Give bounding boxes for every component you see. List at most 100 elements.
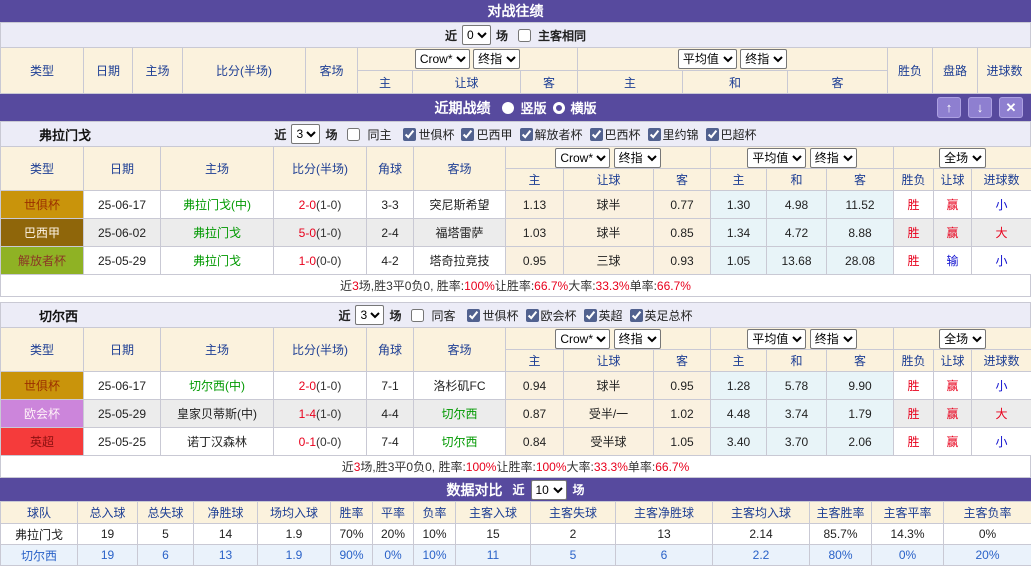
competition-checkbox-input[interactable] — [461, 128, 474, 141]
competition-checkbox-input[interactable] — [520, 128, 533, 141]
comparison-value: 20% — [944, 545, 1031, 566]
h2h-near-select[interactable]: 0 — [462, 25, 491, 45]
corner-score: 2-4 — [367, 219, 414, 247]
odds-provider-select[interactable]: Crow* — [555, 329, 610, 349]
team-near-select[interactable]: 3 — [355, 305, 384, 325]
competition-checkbox[interactable]: 欧会杯 — [521, 309, 577, 323]
same-venue-label: 同主 — [367, 126, 391, 143]
summary-text: 3 — [354, 460, 361, 474]
same-venue-label: 同客 — [431, 307, 455, 324]
competition-checkbox[interactable]: 巴超杯 — [701, 128, 757, 142]
avg-away: 11.52 — [827, 191, 894, 219]
avg-final-select[interactable]: 终指 — [740, 49, 787, 69]
comparison-col-header: 主客均入球 — [713, 502, 810, 524]
summary-text: 场,胜3平0负0, 胜率: — [360, 458, 465, 475]
away-team: 切尔西 — [414, 428, 506, 456]
home-team: 切尔西(中) — [161, 372, 274, 400]
competition-label: 世俱杯 — [482, 309, 518, 323]
avg-draw: 3.70 — [767, 428, 827, 456]
avg-draw: 4.98 — [767, 191, 827, 219]
avg-select[interactable]: 平均值 — [678, 49, 737, 69]
competition-checkbox-input[interactable] — [403, 128, 416, 141]
comparison-col-header: 场均入球 — [258, 502, 331, 524]
same-home-away-checkbox[interactable] — [518, 29, 531, 42]
full-match-select[interactable]: 全场 — [939, 148, 986, 168]
competition-checkbox[interactable]: 英超 — [579, 309, 623, 323]
comparison-col-header: 净胜球 — [194, 502, 258, 524]
col-goals: 进球数 — [972, 350, 1031, 372]
col-home: 主场 — [133, 48, 183, 94]
col-result: 胜负 — [888, 48, 933, 94]
goals-result-cell: 小 — [972, 247, 1031, 275]
avg-final-select[interactable]: 终指 — [810, 148, 857, 168]
competition-checkbox[interactable]: 世俱杯 — [462, 309, 518, 323]
team-name: 切尔西 — [39, 306, 78, 325]
competition-checkbox[interactable]: 巴西杯 — [585, 128, 641, 142]
close-icon[interactable]: ✕ — [999, 97, 1023, 118]
competition-checkbox[interactable]: 里约锦 — [643, 128, 699, 142]
team-near-select[interactable]: 3 — [291, 124, 320, 144]
competition-filter-list: 世俱杯巴西甲解放者杯巴西杯里约锦巴超杯 — [396, 126, 756, 143]
result-cell: 胜 — [894, 219, 934, 247]
competition-checkbox-input[interactable] — [526, 309, 539, 322]
avg-select[interactable]: 平均值 — [747, 329, 806, 349]
competition-checkbox[interactable]: 英足总杯 — [625, 309, 693, 323]
competition-filter-list: 世俱杯欧会杯英超英足总杯 — [460, 307, 692, 324]
vertical-radio[interactable] — [502, 102, 514, 114]
summary-text: 大率: — [568, 277, 595, 294]
match-score: 0-1(0-0) — [274, 428, 367, 456]
col-type: 类型 — [1, 147, 84, 191]
odds-handicap: 球半 — [564, 191, 654, 219]
competition-checkbox-input[interactable] — [706, 128, 719, 141]
summary-text: 让胜率: — [496, 458, 535, 475]
match-row: 解放者杯25-05-29弗拉门戈1-0(0-0)4-2塔奇拉竞技0.95三球0.… — [1, 247, 1031, 275]
result-cell: 胜 — [894, 372, 934, 400]
col-handicap-trend: 盘路 — [933, 48, 978, 94]
vertical-radio-label: 竖版 — [520, 98, 546, 117]
full-match-select[interactable]: 全场 — [939, 329, 986, 349]
competition-checkbox[interactable]: 世俱杯 — [398, 128, 454, 142]
odds-final-select[interactable]: 终指 — [473, 49, 520, 69]
odds-provider-select[interactable]: Crow* — [555, 148, 610, 168]
col-odds-handicap: 让球 — [564, 350, 654, 372]
recent-title: 近期战绩 — [434, 98, 490, 118]
competition-checkbox[interactable]: 巴西甲 — [456, 128, 512, 142]
avg-select[interactable]: 平均值 — [747, 148, 806, 168]
home-team: 弗拉门戈(中) — [161, 191, 274, 219]
comparison-col-header: 主客负率 — [944, 502, 1031, 524]
match-date: 25-06-17 — [84, 372, 161, 400]
comparison-value: 5 — [138, 524, 194, 545]
comparison-near-select[interactable]: 10 — [531, 480, 567, 500]
match-score: 1-0(0-0) — [274, 247, 367, 275]
move-up-button[interactable]: ↑ — [937, 97, 961, 118]
same-venue-checkbox[interactable] — [411, 309, 424, 322]
competition-checkbox-input[interactable] — [467, 309, 480, 322]
games-label: 场 — [496, 27, 508, 44]
odds-provider-select[interactable]: Crow* — [415, 49, 470, 69]
summary-text: 近 — [340, 277, 352, 294]
col-avg-home: 主 — [711, 350, 767, 372]
avg-home: 3.40 — [711, 428, 767, 456]
avg-final-select[interactable]: 终指 — [810, 329, 857, 349]
horizontal-radio[interactable] — [553, 102, 565, 114]
col-goals: 进球数 — [972, 169, 1031, 191]
match-row: 世俱杯25-06-17切尔西(中)2-0(1-0)7-1洛杉矶FC0.94球半0… — [1, 372, 1031, 400]
odds-final-select[interactable]: 终指 — [614, 329, 661, 349]
move-down-button[interactable]: ↓ — [968, 97, 992, 118]
col-handicap-result: 让球 — [934, 350, 972, 372]
h2h-table: 类型 日期 主场 比分(半场) 客场 Crow* 终指 平均值 终指 胜负 盘路… — [0, 47, 1031, 94]
summary-text: 100% — [466, 460, 497, 474]
comparison-value: 19 — [78, 524, 138, 545]
competition-checkbox-input[interactable] — [648, 128, 661, 141]
competition-checkbox-input[interactable] — [584, 309, 597, 322]
avg-home: 4.48 — [711, 400, 767, 428]
competition-checkbox-input[interactable] — [590, 128, 603, 141]
col-corner: 角球 — [367, 328, 414, 372]
odds-final-select[interactable]: 终指 — [614, 148, 661, 168]
competition-checkbox-input[interactable] — [630, 309, 643, 322]
competition-checkbox[interactable]: 解放者杯 — [515, 128, 583, 142]
full-match-header: 全场 — [894, 328, 1031, 350]
col-avg-home: 主 — [578, 71, 683, 94]
same-venue-checkbox[interactable] — [347, 128, 360, 141]
comparison-col-header: 负率 — [414, 502, 456, 524]
